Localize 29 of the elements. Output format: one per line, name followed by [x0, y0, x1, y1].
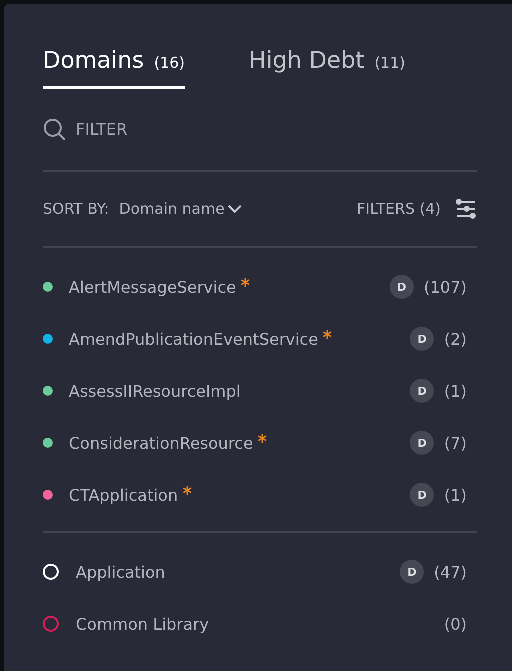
badge: D: [410, 431, 434, 455]
sort-dropdown[interactable]: Domain name: [119, 200, 243, 218]
badge: D: [410, 379, 434, 403]
domain-item[interactable]: AlertMessageService: [69, 278, 236, 296]
chevron-down-icon: [226, 204, 243, 214]
group-item[interactable]: Application: [76, 562, 166, 582]
badge: D: [390, 275, 414, 299]
search-field[interactable]: FILTER: [76, 120, 276, 139]
badge: D: [410, 483, 434, 507]
count: (0): [444, 614, 467, 634]
domain-item[interactable]: AssessIIResourceImpl: [69, 382, 241, 400]
count: (1): [444, 382, 467, 400]
count: (7): [444, 434, 467, 452]
badge: D: [410, 327, 434, 351]
filters-button[interactable]: FILTERS (4): [357, 200, 441, 218]
count: (107): [424, 278, 467, 296]
sort-label: SORT BY:: [43, 200, 110, 218]
group-item[interactable]: Common Library: [76, 614, 210, 634]
count: (47): [434, 562, 467, 582]
count: (1): [444, 486, 467, 504]
domain-item[interactable]: ConsiderationResource: [69, 434, 254, 452]
tab[interactable]: Domains (16): [43, 48, 186, 89]
domain-item[interactable]: AmendPublicationEventService: [69, 330, 318, 348]
search-icon: [43, 118, 67, 142]
badge: D: [400, 560, 424, 584]
tab[interactable]: High Debt (11): [249, 48, 406, 89]
count: (2): [444, 330, 467, 348]
sliders-icon[interactable]: [455, 198, 477, 220]
domain-item[interactable]: CTApplication: [69, 486, 178, 504]
